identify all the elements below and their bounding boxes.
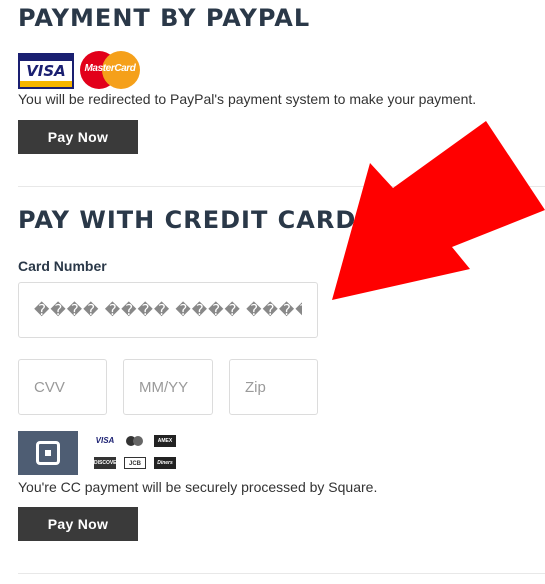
mastercard-logo-icon: MasterCard bbox=[80, 51, 140, 89]
jcb-mini-icon: JCB bbox=[124, 457, 146, 469]
card-number-label: Card Number bbox=[18, 258, 107, 274]
square-logo-outer bbox=[36, 441, 60, 465]
card-number-input[interactable] bbox=[18, 282, 318, 338]
mastercard-mini-icon bbox=[124, 435, 146, 447]
card-pay-now-button[interactable]: Pay Now bbox=[18, 507, 138, 541]
diners-mini-icon: Diners bbox=[154, 457, 176, 469]
credit-card-heading: PAY WITH CREDIT CARD bbox=[18, 206, 357, 234]
zip-input[interactable] bbox=[229, 359, 318, 415]
visa-logo-top-band bbox=[20, 55, 72, 61]
visa-mini-icon: VISA bbox=[95, 436, 115, 445]
visa-logo-icon: VISA bbox=[18, 53, 74, 89]
red-arrow-shape bbox=[332, 121, 545, 300]
mastercard-logo-text: MasterCard bbox=[84, 63, 136, 74]
cvv-input[interactable] bbox=[18, 359, 107, 415]
square-logo-icon bbox=[18, 431, 78, 475]
paypal-redirect-note: You will be redirected to PayPal's payme… bbox=[18, 91, 477, 107]
expiry-input[interactable] bbox=[123, 359, 213, 415]
visa-logo-text: VISA bbox=[26, 62, 66, 80]
visa-logo-bottom-band bbox=[20, 81, 72, 87]
paypal-pay-now-button[interactable]: Pay Now bbox=[18, 120, 138, 154]
square-processing-note: You're CC payment will be securely proce… bbox=[18, 479, 378, 495]
discover-mini-icon: DISCOVER bbox=[94, 457, 116, 469]
section-divider bbox=[18, 186, 545, 187]
paypal-heading: PAYMENT BY PAYPAL bbox=[18, 4, 311, 32]
mastercard-mini-right-circle bbox=[133, 436, 143, 446]
bottom-divider bbox=[18, 573, 545, 574]
square-logo-inner bbox=[45, 450, 51, 456]
payment-page: PAYMENT BY PAYPAL VISA MasterCard You wi… bbox=[0, 0, 545, 584]
amex-mini-icon: AMEX bbox=[154, 435, 176, 447]
